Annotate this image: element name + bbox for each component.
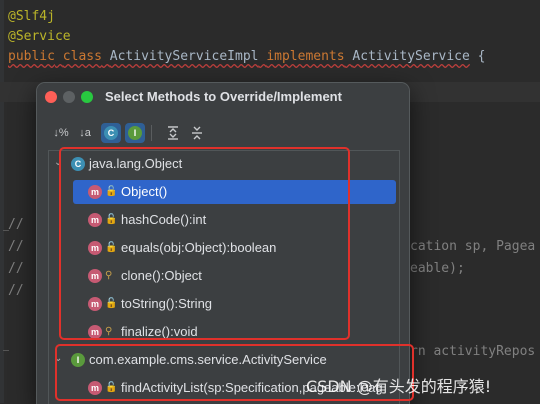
minimize-window-button[interactable] — [63, 91, 75, 103]
toolbar-separator — [151, 125, 152, 141]
interface-name: ActivityService — [352, 49, 470, 64]
sort-by-visibility-button[interactable]: ↓% — [51, 123, 71, 143]
editor-gutter — [0, 0, 4, 403]
show-classes-toggle[interactable]: C — [101, 123, 121, 143]
annotation-service: @Service — [8, 29, 71, 44]
class-declaration-line: public class ActivityServiceImpl impleme… — [8, 49, 485, 64]
interface-icon: I — [128, 126, 142, 140]
highlight-box-object-methods — [59, 147, 350, 340]
expand-all-button[interactable] — [163, 123, 183, 143]
class-name: ActivityServiceImpl — [109, 49, 259, 64]
comment-mark: // — [8, 239, 24, 254]
background-code-fragment: cation sp, Pagea — [410, 239, 536, 254]
collapse-all-button[interactable] — [187, 123, 207, 143]
comment-mark: // — [8, 261, 24, 276]
keyword-implements: implements — [266, 49, 345, 64]
close-window-button[interactable] — [45, 91, 57, 103]
class-icon: C — [104, 126, 118, 140]
show-interfaces-toggle[interactable]: I — [125, 123, 145, 143]
dialog-title: Select Methods to Override/Implement — [105, 89, 342, 104]
open-brace: { — [477, 49, 486, 64]
expand-all-icon — [168, 126, 178, 140]
zoom-window-button[interactable] — [81, 91, 93, 103]
fold-marker — [3, 230, 9, 231]
background-code-fragment: rn activityRepos — [410, 344, 536, 359]
dialog-titlebar[interactable]: Select Methods to Override/Implement — [37, 83, 409, 111]
watermark-text: CSDN @有头发的程序猿! — [306, 377, 492, 396]
keyword-class: class — [62, 49, 102, 64]
sort-alphabetically-button[interactable]: ↓a — [75, 123, 95, 143]
collapse-all-icon — [192, 126, 202, 140]
keyword-public: public — [8, 49, 55, 64]
comment-mark: // — [8, 283, 24, 298]
fold-marker — [3, 350, 9, 351]
comment-mark: // — [8, 217, 24, 232]
background-code-fragment: eable); — [410, 261, 465, 276]
annotation-slf4j: @Slf4j — [8, 9, 55, 24]
